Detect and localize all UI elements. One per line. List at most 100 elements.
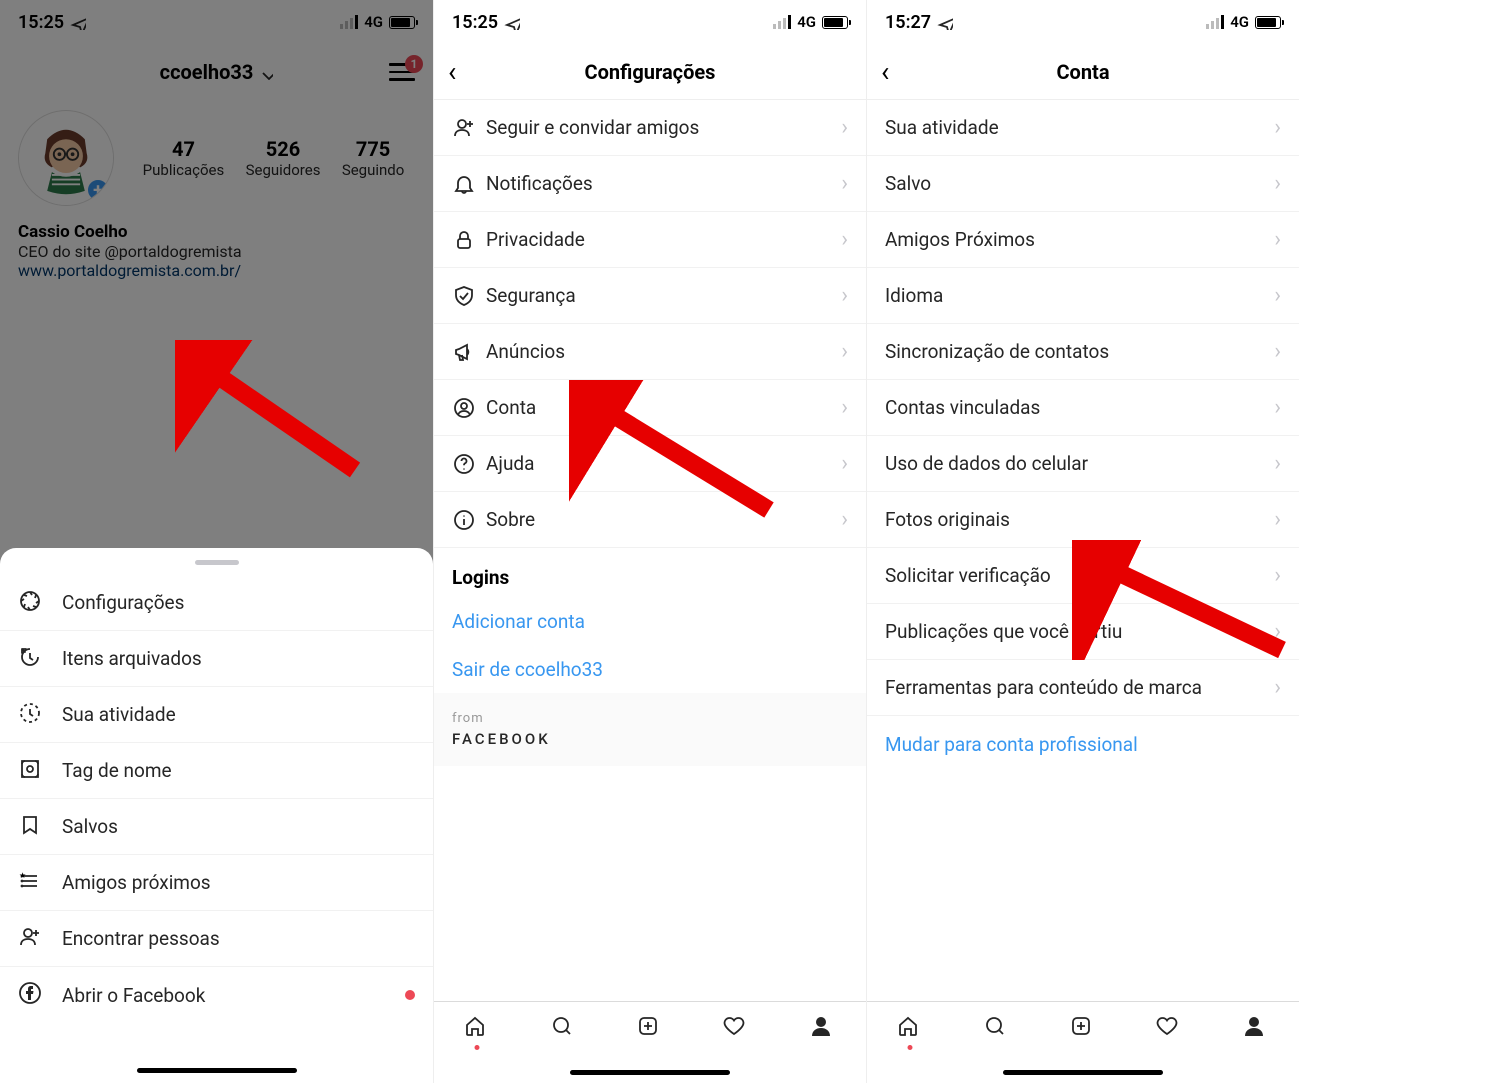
chevron-right-icon: › — [1274, 339, 1281, 364]
tab-add[interactable] — [1040, 1014, 1126, 1042]
screen-settings: 15:25 4G ‹ Configurações Seguir e convid… — [433, 0, 866, 1083]
add-person-icon — [452, 116, 486, 140]
network-label: 4G — [797, 13, 816, 31]
network-label: 4G — [1230, 13, 1249, 31]
help-icon — [452, 452, 486, 476]
tab-profile[interactable] — [1213, 1014, 1299, 1042]
megaphone-icon — [452, 340, 486, 364]
home-indicator[interactable] — [1003, 1070, 1163, 1075]
signal-icon — [1206, 15, 1224, 29]
status-bar: 15:27 4G — [867, 0, 1299, 44]
chevron-right-icon: › — [841, 171, 848, 196]
menu-item-saved[interactable]: Salvos — [0, 799, 433, 855]
lock-icon — [452, 228, 486, 252]
back-button[interactable]: ‹ — [881, 58, 889, 86]
chevron-right-icon: › — [841, 283, 848, 308]
home-indicator[interactable] — [570, 1070, 730, 1075]
settings-item-notifications[interactable]: Notificações › — [434, 156, 866, 212]
settings-item-follow-invite[interactable]: Seguir e convidar amigos › — [434, 100, 866, 156]
menu-item-open-facebook[interactable]: Abrir o Facebook — [0, 967, 433, 1023]
chevron-right-icon: › — [1274, 619, 1281, 644]
account-item-request-verification[interactable]: Solicitar verificação› — [867, 548, 1299, 604]
menu-item-discover-people[interactable]: Encontrar pessoas — [0, 911, 433, 967]
settings-item-ads[interactable]: Anúncios › — [434, 324, 866, 380]
page-title: Configurações — [585, 60, 716, 84]
add-account-link[interactable]: Adicionar conta — [434, 597, 866, 645]
activity-icon — [18, 701, 62, 729]
menu-item-settings[interactable]: Configurações — [0, 575, 433, 631]
shield-icon — [452, 284, 486, 308]
tab-home[interactable] — [434, 1014, 520, 1042]
account-item-close-friends[interactable]: Amigos Próximos› — [867, 212, 1299, 268]
screen-account: 15:27 4G ‹ Conta Sua atividade› Salvo› A… — [866, 0, 1299, 1083]
tab-search[interactable] — [953, 1014, 1039, 1042]
chevron-right-icon: › — [1274, 283, 1281, 308]
settings-item-privacy[interactable]: Privacidade › — [434, 212, 866, 268]
bookmark-icon — [18, 813, 62, 841]
chevron-right-icon: › — [841, 507, 848, 532]
location-arrow-icon — [504, 14, 520, 30]
location-arrow-icon — [937, 14, 953, 30]
switch-to-professional-link[interactable]: Mudar para conta profissional — [867, 716, 1299, 772]
chevron-right-icon: › — [841, 339, 848, 364]
from-facebook-footer: from FACEBOOK — [434, 693, 866, 766]
bottom-tab-bar — [434, 1001, 866, 1083]
page-title: Conta — [1056, 60, 1109, 84]
battery-icon — [822, 16, 848, 29]
chevron-right-icon: › — [1274, 115, 1281, 140]
notification-dot — [908, 1045, 913, 1050]
settings-item-security[interactable]: Segurança › — [434, 268, 866, 324]
sheet-grabber[interactable] — [195, 560, 239, 565]
bottom-tab-bar — [867, 1001, 1299, 1083]
account-item-branded-content[interactable]: Ferramentas para conteúdo de marca› — [867, 660, 1299, 716]
archive-icon — [18, 645, 62, 673]
facebook-icon — [18, 981, 62, 1009]
tab-home[interactable] — [867, 1014, 953, 1042]
account-item-original-photos[interactable]: Fotos originais› — [867, 492, 1299, 548]
logins-section-header: Logins — [434, 548, 866, 597]
account-item-contact-sync[interactable]: Sincronização de contatos› — [867, 324, 1299, 380]
screen-profile: 15:25 4G ccoelho33 1 — [0, 0, 433, 1083]
settings-item-account[interactable]: Conta › — [434, 380, 866, 436]
settings-item-help[interactable]: Ajuda › — [434, 436, 866, 492]
chevron-right-icon: › — [841, 451, 848, 476]
logout-link[interactable]: Sair de ccoelho33 — [434, 645, 866, 693]
account-item-activity[interactable]: Sua atividade› — [867, 100, 1299, 156]
chevron-right-icon: › — [1274, 507, 1281, 532]
tab-search[interactable] — [520, 1014, 606, 1042]
tab-profile[interactable] — [780, 1014, 866, 1042]
notification-dot — [475, 1045, 480, 1050]
account-item-posts-liked[interactable]: Publicações que você curtiu› — [867, 604, 1299, 660]
tab-activity[interactable] — [1126, 1014, 1212, 1042]
back-button[interactable]: ‹ — [448, 58, 456, 86]
status-time: 15:25 — [452, 12, 498, 33]
home-indicator[interactable] — [137, 1068, 297, 1073]
account-item-linked-accounts[interactable]: Contas vinculadas› — [867, 380, 1299, 436]
notification-dot — [405, 990, 415, 1000]
account-item-cellular-data[interactable]: Uso de dados do celular› — [867, 436, 1299, 492]
chevron-right-icon: › — [1274, 227, 1281, 252]
menu-item-nametag[interactable]: Tag de nome — [0, 743, 433, 799]
account-item-saved[interactable]: Salvo› — [867, 156, 1299, 212]
settings-item-about[interactable]: Sobre › — [434, 492, 866, 548]
account-icon — [452, 396, 486, 420]
options-bottom-sheet: Configurações Itens arquivados Sua ativi… — [0, 548, 433, 1083]
menu-item-close-friends[interactable]: Amigos próximos — [0, 855, 433, 911]
tab-activity[interactable] — [693, 1014, 779, 1042]
account-item-language[interactable]: Idioma› — [867, 268, 1299, 324]
chevron-right-icon: › — [841, 227, 848, 252]
menu-item-activity[interactable]: Sua atividade — [0, 687, 433, 743]
tab-add[interactable] — [607, 1014, 693, 1042]
chevron-right-icon: › — [1274, 171, 1281, 196]
chevron-right-icon: › — [1274, 563, 1281, 588]
bell-icon — [452, 172, 486, 196]
add-person-icon — [18, 925, 62, 953]
settings-icon — [18, 589, 62, 617]
chevron-right-icon: › — [841, 395, 848, 420]
close-friends-icon — [18, 869, 62, 897]
menu-item-archive[interactable]: Itens arquivados — [0, 631, 433, 687]
nametag-icon — [18, 757, 62, 785]
info-icon — [452, 508, 486, 532]
battery-icon — [1255, 16, 1281, 29]
chevron-right-icon: › — [841, 115, 848, 140]
